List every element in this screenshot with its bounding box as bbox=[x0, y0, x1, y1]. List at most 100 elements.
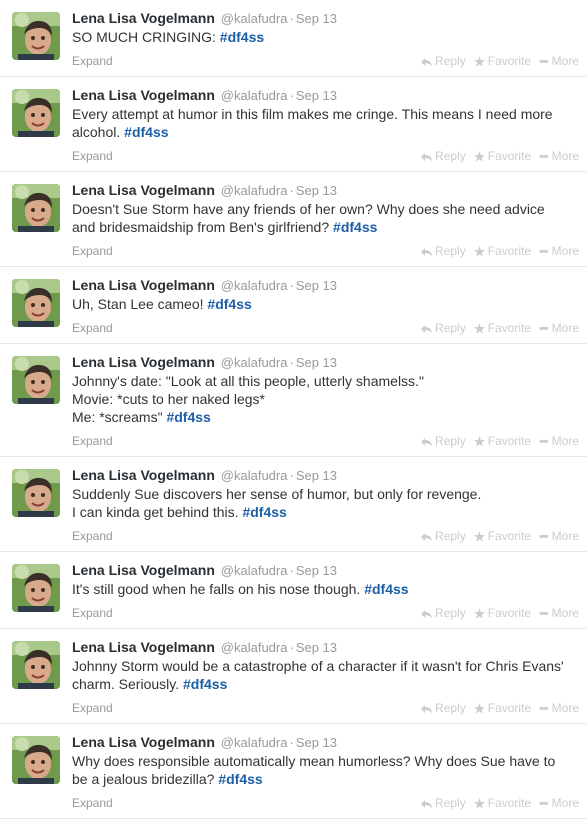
author-handle[interactable]: @kalafudra bbox=[221, 183, 288, 198]
more-button[interactable]: ••• More bbox=[539, 697, 579, 720]
author-name[interactable]: Lena Lisa Vogelmann bbox=[72, 354, 215, 370]
tweet[interactable]: Lena Lisa Vogelmann @kalafudra · Sep 13 Joh… bbox=[0, 344, 587, 457]
more-button[interactable]: ••• More bbox=[539, 317, 579, 340]
reply-icon bbox=[421, 321, 435, 335]
favorite-button[interactable]: Favorite bbox=[473, 697, 531, 719]
avatar[interactable] bbox=[12, 12, 60, 60]
avatar[interactable] bbox=[12, 469, 60, 517]
tweet-timestamp[interactable]: Sep 13 bbox=[296, 735, 337, 750]
expand-link[interactable]: Expand bbox=[72, 240, 113, 262]
expand-link[interactable]: Expand bbox=[72, 525, 113, 547]
more-dots-icon: ••• bbox=[539, 323, 549, 335]
author-handle[interactable]: @kalafudra bbox=[221, 468, 288, 483]
more-button[interactable]: ••• More bbox=[539, 525, 579, 548]
hashtag-link[interactable]: #df4ss bbox=[166, 409, 210, 425]
more-button[interactable]: ••• More bbox=[539, 792, 579, 815]
avatar[interactable] bbox=[12, 279, 60, 327]
avatar[interactable] bbox=[12, 356, 60, 404]
tweet-timestamp[interactable]: Sep 13 bbox=[296, 640, 337, 655]
more-button[interactable]: ••• More bbox=[539, 430, 579, 453]
author-name[interactable]: Lena Lisa Vogelmann bbox=[72, 182, 215, 198]
tweet-timestamp[interactable]: Sep 13 bbox=[296, 563, 337, 578]
avatar[interactable] bbox=[12, 736, 60, 784]
tweet-timestamp[interactable]: Sep 13 bbox=[296, 355, 337, 370]
tweet-timestamp[interactable]: Sep 13 bbox=[296, 88, 337, 103]
hashtag-link[interactable]: #df4ss bbox=[183, 676, 227, 692]
hashtag-link[interactable]: #df4ss bbox=[364, 581, 408, 597]
reply-button[interactable]: Reply bbox=[421, 602, 466, 624]
expand-link[interactable]: Expand bbox=[72, 792, 113, 814]
tweet-timestamp[interactable]: Sep 13 bbox=[296, 278, 337, 293]
reply-button[interactable]: Reply bbox=[421, 317, 466, 339]
star-icon bbox=[473, 529, 488, 543]
author-handle[interactable]: @kalafudra bbox=[221, 640, 288, 655]
tweet[interactable]: Lena Lisa Vogelmann @kalafudra · Sep 13 Joh… bbox=[0, 629, 587, 724]
reply-button[interactable]: Reply bbox=[421, 792, 466, 814]
author-name[interactable]: Lena Lisa Vogelmann bbox=[72, 10, 215, 26]
more-button[interactable]: ••• More bbox=[539, 145, 579, 168]
author-name[interactable]: Lena Lisa Vogelmann bbox=[72, 467, 215, 483]
tweet-timestamp[interactable]: Sep 13 bbox=[296, 11, 337, 26]
tweet[interactable]: Lena Lisa Vogelmann @kalafudra · Sep 13 Why… bbox=[0, 724, 587, 819]
reply-button[interactable]: Reply bbox=[421, 430, 466, 452]
expand-link[interactable]: Expand bbox=[72, 145, 113, 167]
hashtag-link[interactable]: #df4ss bbox=[220, 29, 264, 45]
avatar[interactable] bbox=[12, 184, 60, 232]
tweet-timestamp[interactable]: Sep 13 bbox=[296, 183, 337, 198]
expand-link[interactable]: Expand bbox=[72, 697, 113, 719]
reply-button[interactable]: Reply bbox=[421, 697, 466, 719]
tweet[interactable]: Lena Lisa Vogelmann @kalafudra · Sep 13 SO … bbox=[0, 0, 587, 77]
tweet[interactable]: Lena Lisa Vogelmann @kalafudra · Sep 13 Eve… bbox=[0, 77, 587, 172]
more-label: More bbox=[551, 606, 579, 620]
favorite-button[interactable]: Favorite bbox=[473, 525, 531, 547]
tweet-body: SO MUCH CRINGING: #df4ss bbox=[72, 28, 577, 46]
tweet[interactable]: Lena Lisa Vogelmann @kalafudra · Sep 13 Sud… bbox=[0, 457, 587, 552]
author-name[interactable]: Lena Lisa Vogelmann bbox=[72, 639, 215, 655]
author-name[interactable]: Lena Lisa Vogelmann bbox=[72, 277, 215, 293]
author-handle[interactable]: @kalafudra bbox=[221, 735, 288, 750]
reply-button[interactable]: Reply bbox=[421, 145, 466, 167]
reply-label: Reply bbox=[435, 54, 466, 68]
tweet-footer: Expand Reply Favorite ••• More bbox=[72, 317, 579, 340]
author-handle[interactable]: @kalafudra bbox=[221, 355, 288, 370]
favorite-button[interactable]: Favorite bbox=[473, 240, 531, 262]
author-name[interactable]: Lena Lisa Vogelmann bbox=[72, 87, 215, 103]
author-name[interactable]: Lena Lisa Vogelmann bbox=[72, 734, 215, 750]
reply-button[interactable]: Reply bbox=[421, 525, 466, 547]
expand-link[interactable]: Expand bbox=[72, 50, 113, 72]
author-handle[interactable]: @kalafudra bbox=[221, 11, 288, 26]
hashtag-link[interactable]: #df4ss bbox=[333, 219, 377, 235]
avatar[interactable] bbox=[12, 641, 60, 689]
hashtag-link[interactable]: #df4ss bbox=[207, 296, 251, 312]
favorite-button[interactable]: Favorite bbox=[473, 50, 531, 72]
favorite-button[interactable]: Favorite bbox=[473, 145, 531, 167]
expand-link[interactable]: Expand bbox=[72, 430, 113, 452]
tweet[interactable]: Lena Lisa Vogelmann @kalafudra · Sep 13 Doe… bbox=[0, 172, 587, 267]
hashtag-link[interactable]: #df4ss bbox=[218, 771, 262, 787]
expand-link[interactable]: Expand bbox=[72, 317, 113, 339]
reply-button[interactable]: Reply bbox=[421, 50, 466, 72]
tweet[interactable]: Lena Lisa Vogelmann @kalafudra · Sep 13 Uh,… bbox=[0, 267, 587, 344]
author-handle[interactable]: @kalafudra bbox=[221, 278, 288, 293]
tweet-actions: Reply Favorite ••• More bbox=[413, 240, 579, 263]
tweet-timestamp[interactable]: Sep 13 bbox=[296, 468, 337, 483]
favorite-button[interactable]: Favorite bbox=[473, 317, 531, 339]
favorite-button[interactable]: Favorite bbox=[473, 792, 531, 814]
expand-link[interactable]: Expand bbox=[72, 602, 113, 624]
author-name[interactable]: Lena Lisa Vogelmann bbox=[72, 562, 215, 578]
hashtag-link[interactable]: #df4ss bbox=[124, 124, 168, 140]
avatar[interactable] bbox=[12, 89, 60, 137]
reply-label: Reply bbox=[435, 149, 466, 163]
tweet[interactable]: Lena Lisa Vogelmann @kalafudra · Sep 13 It'… bbox=[0, 552, 587, 629]
more-button[interactable]: ••• More bbox=[539, 602, 579, 625]
author-handle[interactable]: @kalafudra bbox=[221, 563, 288, 578]
more-button[interactable]: ••• More bbox=[539, 240, 579, 263]
avatar[interactable] bbox=[12, 564, 60, 612]
favorite-button[interactable]: Favorite bbox=[473, 430, 531, 452]
more-button[interactable]: ••• More bbox=[539, 50, 579, 73]
author-handle[interactable]: @kalafudra bbox=[221, 88, 288, 103]
reply-button[interactable]: Reply bbox=[421, 240, 466, 262]
hashtag-link[interactable]: #df4ss bbox=[242, 504, 286, 520]
tweet-text-line: Johnny Storm would be a catastrophe of a… bbox=[72, 657, 577, 675]
favorite-button[interactable]: Favorite bbox=[473, 602, 531, 624]
